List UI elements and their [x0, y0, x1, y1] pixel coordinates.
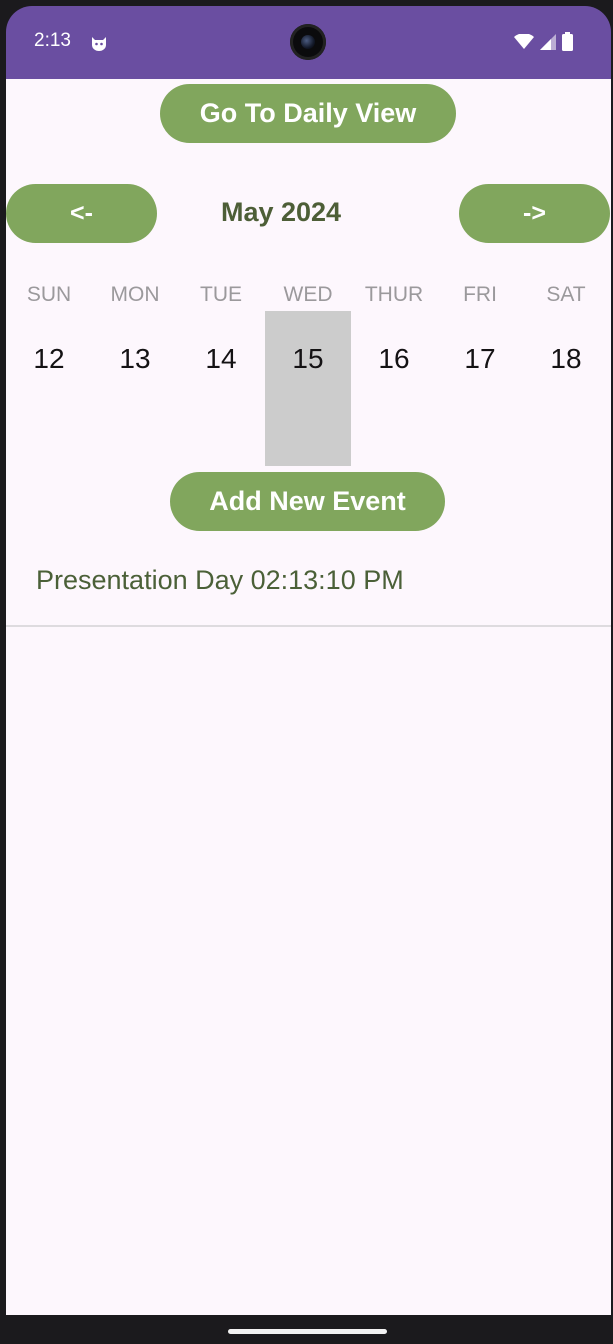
previous-week-button[interactable]: <- — [6, 184, 157, 243]
weekday-tue: TUE — [200, 283, 242, 306]
status-icons — [514, 32, 573, 56]
cat-face-icon — [90, 34, 108, 52]
day-number: 18 — [550, 343, 582, 374]
go-to-daily-view-button[interactable]: Go To Daily View — [160, 84, 456, 143]
day-cell-18[interactable]: 18 — [523, 311, 609, 466]
cellular-signal-icon — [540, 33, 556, 55]
day-number: 14 — [205, 343, 237, 374]
camera-lens-icon — [301, 35, 315, 49]
day-cell-12[interactable]: 12 — [6, 311, 92, 466]
day-number: 13 — [119, 343, 151, 374]
day-cell-14[interactable]: 14 — [178, 311, 264, 466]
day-number: 17 — [464, 343, 496, 374]
device-frame: 2:13 Go To Daily View <- May 2024 -> SUN… — [0, 0, 613, 1344]
day-cell-13[interactable]: 13 — [92, 311, 178, 466]
event-label: Presentation Day 02:13:10 PM — [36, 565, 404, 595]
month-label: May 2024 — [220, 197, 342, 227]
weekday-sat: SAT — [546, 283, 586, 306]
day-cell-15-selected[interactable]: 15 — [265, 311, 351, 466]
weekday-header-row: SUN MON TUE WED THUR FRI SAT — [6, 283, 611, 313]
day-number: 15 — [292, 343, 324, 374]
day-number: 16 — [378, 343, 410, 374]
weekday-wed: WED — [283, 283, 333, 306]
day-cell-16[interactable]: 16 — [351, 311, 437, 466]
weekday-fri: FRI — [463, 283, 497, 306]
next-week-button[interactable]: -> — [459, 184, 610, 243]
day-cell-17[interactable]: 17 — [437, 311, 523, 466]
app-screen: Go To Daily View <- May 2024 -> SUN MON … — [6, 79, 611, 1315]
add-new-event-button[interactable]: Add New Event — [170, 472, 445, 531]
wifi-icon — [514, 32, 534, 55]
weekday-sun: SUN — [26, 283, 72, 306]
weekday-mon: MON — [110, 283, 160, 306]
status-time: 2:13 — [34, 30, 71, 51]
event-list-item[interactable]: Presentation Day 02:13:10 PM — [6, 549, 611, 627]
front-camera — [290, 24, 326, 60]
status-bar: 2:13 — [6, 6, 611, 79]
day-number: 12 — [33, 343, 65, 374]
battery-icon — [562, 32, 573, 56]
weekday-thur: THUR — [364, 283, 424, 306]
home-indicator[interactable] — [228, 1329, 387, 1334]
